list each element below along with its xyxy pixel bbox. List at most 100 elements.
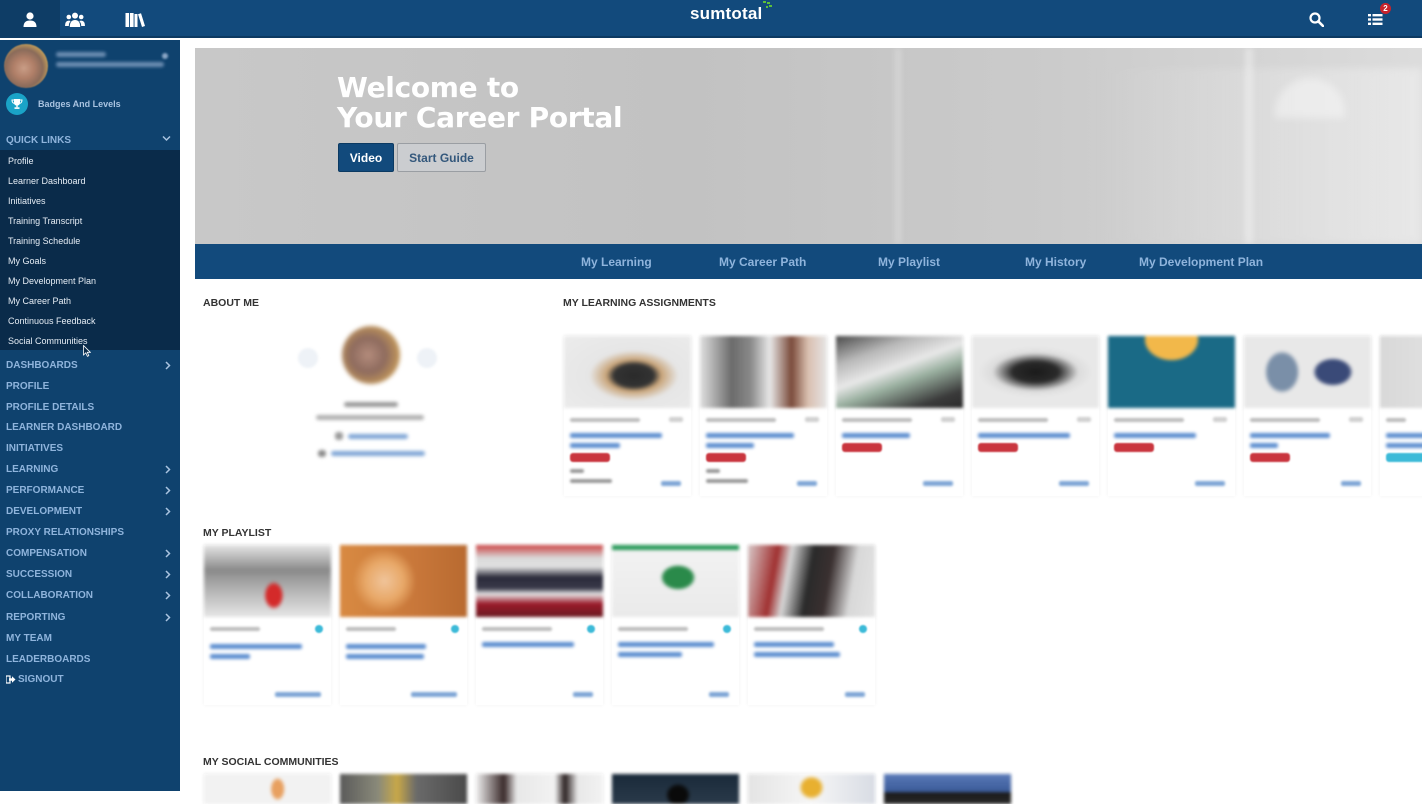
quick-link-social-communities[interactable]: Social Communities (8, 336, 88, 346)
learning-assignment-card[interactable] (700, 336, 827, 496)
card-action-icons[interactable] (1077, 417, 1091, 422)
playlist-card[interactable] (476, 545, 603, 705)
next-arrow-icon[interactable] (417, 348, 437, 368)
people-tab[interactable] (45, 0, 105, 38)
card-title[interactable] (346, 644, 426, 649)
card-title[interactable] (570, 443, 620, 448)
sidebar-item-signout[interactable]: SIGNOUT (6, 674, 174, 685)
card-title[interactable] (754, 652, 840, 657)
sidebar-item-compensation[interactable]: COMPENSATION (6, 548, 174, 559)
social-community-card[interactable] (476, 774, 603, 804)
card-title[interactable] (754, 642, 834, 647)
sidebar-item-learner-dashboard[interactable]: LEARNER DASHBOARD (6, 422, 174, 433)
card-action-link[interactable] (1341, 481, 1361, 486)
about-me-email[interactable] (331, 451, 425, 456)
sidebar-item-proxy-relationships[interactable]: PROXY RELATIONSHIPS (6, 527, 174, 538)
search-button[interactable] (1303, 6, 1329, 32)
quick-link-training-transcript[interactable]: Training Transcript (8, 216, 82, 226)
card-title[interactable] (570, 433, 662, 438)
quick-link-my-career-path[interactable]: My Career Path (8, 296, 71, 306)
quick-link-my-development-plan[interactable]: My Development Plan (8, 276, 96, 286)
card-title[interactable] (1250, 443, 1278, 448)
playlist-card[interactable] (340, 545, 467, 705)
social-community-card[interactable] (612, 774, 739, 804)
card-title[interactable] (1386, 443, 1422, 448)
sidebar-item-my-team[interactable]: MY TEAM (6, 633, 174, 644)
library-tab[interactable] (105, 0, 165, 38)
sidebar-item-initiatives[interactable]: INITIATIVES (6, 443, 174, 454)
card-action-icons[interactable] (805, 417, 819, 422)
sidebar-item-profile-details[interactable]: PROFILE DETAILS (6, 402, 174, 413)
card-title[interactable] (842, 433, 910, 438)
learning-assignment-card[interactable] (1380, 336, 1422, 496)
social-community-card[interactable] (884, 774, 1011, 804)
playlist-card[interactable] (612, 545, 739, 705)
sidebar-profile[interactable] (4, 44, 176, 88)
tab-my-playlist[interactable]: My Playlist (878, 244, 940, 279)
badges-and-levels-link[interactable]: Badges And Levels (6, 93, 121, 115)
edit-profile-icon[interactable] (162, 53, 168, 59)
card-title[interactable] (978, 433, 1070, 438)
card-action-link[interactable] (845, 692, 865, 697)
video-button[interactable]: Video (338, 143, 394, 172)
sidebar-item-succession[interactable]: SUCCESSION (6, 569, 174, 580)
quick-link-initiatives[interactable]: Initiatives (8, 196, 46, 206)
card-title[interactable] (1386, 433, 1422, 438)
tab-my-development-plan[interactable]: My Development Plan (1139, 244, 1263, 279)
card-title[interactable] (1114, 433, 1196, 438)
social-community-card[interactable] (204, 774, 331, 804)
tab-my-learning[interactable]: My Learning (581, 244, 652, 279)
card-action-link[interactable] (661, 481, 681, 486)
card-action-link[interactable] (573, 692, 593, 697)
card-title[interactable] (618, 652, 682, 657)
card-title[interactable] (210, 644, 302, 649)
card-action-icons[interactable] (941, 417, 955, 422)
quick-link-profile[interactable]: Profile (8, 156, 34, 166)
tasks-button[interactable]: 2 (1362, 3, 1391, 32)
card-action-icons[interactable] (669, 417, 683, 422)
sidebar-item-development[interactable]: DEVELOPMENT (6, 506, 174, 517)
card-action-link[interactable] (797, 481, 817, 486)
learning-assignment-card[interactable] (1244, 336, 1371, 496)
sidebar-item-leaderboards[interactable]: LEADERBOARDS (6, 654, 174, 665)
quick-link-continuous-feedback[interactable]: Continuous Feedback (8, 316, 96, 326)
card-title[interactable] (1250, 433, 1330, 438)
card-action-link[interactable] (1059, 481, 1089, 486)
card-action-icons[interactable] (1213, 417, 1227, 422)
card-title[interactable] (346, 654, 424, 659)
learning-assignment-card[interactable] (972, 336, 1099, 496)
card-action-link[interactable] (275, 692, 321, 697)
sidebar-item-collaboration[interactable]: COLLABORATION (6, 590, 174, 601)
quick-link-training-schedule[interactable]: Training Schedule (8, 236, 80, 246)
playlist-card[interactable] (204, 545, 331, 705)
about-me-phone[interactable] (348, 434, 408, 439)
card-title[interactable] (210, 654, 250, 659)
learning-assignment-card[interactable] (1108, 336, 1235, 496)
tab-my-history[interactable]: My History (1025, 244, 1086, 279)
social-community-card[interactable] (748, 774, 875, 804)
sumtotal-logo[interactable]: sumtotal (690, 1, 773, 24)
sidebar-item-performance[interactable]: PERFORMANCE (6, 485, 174, 496)
card-action-link[interactable] (709, 692, 729, 697)
sidebar-item-dashboards[interactable]: DASHBOARDS (6, 360, 174, 371)
start-guide-button[interactable]: Start Guide (397, 143, 486, 172)
quick-links-toggle[interactable]: QUICK LINKS (0, 130, 180, 150)
card-action-link[interactable] (1195, 481, 1225, 486)
card-action-link[interactable] (411, 692, 457, 697)
quick-link-my-goals[interactable]: My Goals (8, 256, 46, 266)
card-title[interactable] (706, 443, 754, 448)
tab-my-career-path[interactable]: My Career Path (719, 244, 806, 279)
playlist-card[interactable] (748, 545, 875, 705)
sidebar-item-profile[interactable]: PROFILE (6, 381, 174, 392)
sidebar-item-reporting[interactable]: REPORTING (6, 612, 174, 623)
previous-arrow-icon[interactable] (298, 348, 318, 368)
social-community-card[interactable] (340, 774, 467, 804)
learning-assignment-card[interactable] (564, 336, 691, 496)
card-action-icons[interactable] (1349, 417, 1363, 422)
quick-link-learner-dashboard[interactable]: Learner Dashboard (8, 176, 86, 186)
sidebar-item-learning[interactable]: LEARNING (6, 464, 174, 475)
avatar[interactable] (4, 44, 48, 88)
card-action-link[interactable] (923, 481, 953, 486)
card-title[interactable] (618, 642, 714, 647)
learning-assignment-card[interactable] (836, 336, 963, 496)
